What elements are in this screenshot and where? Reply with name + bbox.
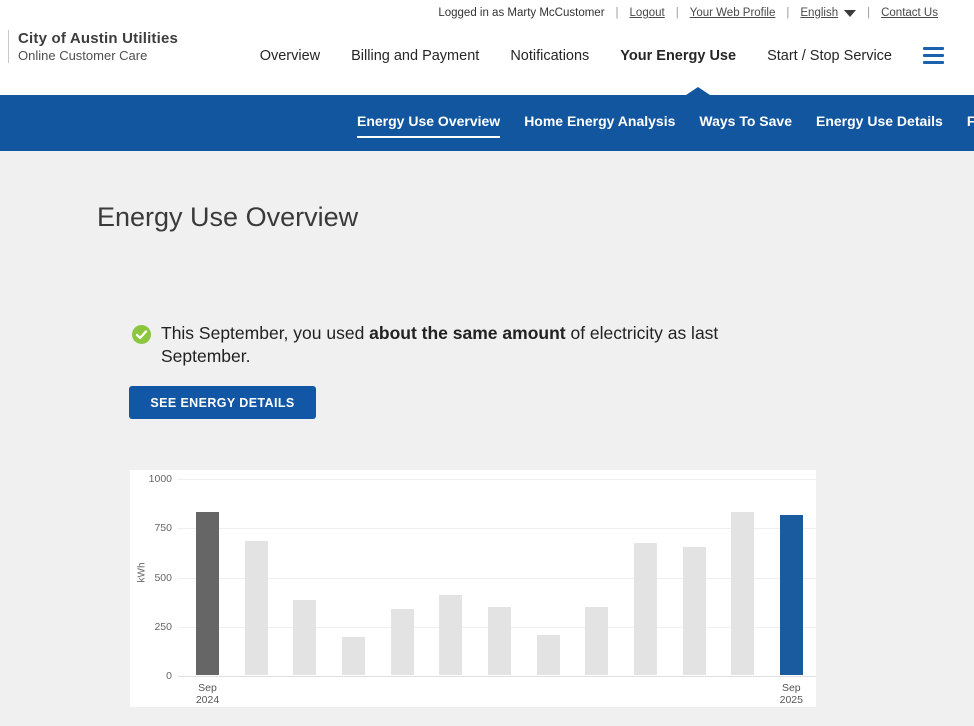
utility-link-english[interactable]: English: [800, 7, 856, 19]
bar-dec-2024[interactable]: [342, 637, 365, 675]
main-nav-item-overview[interactable]: Overview: [260, 48, 320, 64]
subnav-item-ways-to-save[interactable]: Ways To Save: [699, 108, 792, 138]
insight-prefix: This September, you used: [161, 323, 369, 343]
subnav-item-energy-use-details[interactable]: Energy Use Details: [816, 108, 943, 138]
logged-in-status: Logged in as Marty McCustomer: [438, 7, 604, 19]
utility-bar: Logged in as Marty McCustomer | Logout | Yo…: [438, 7, 938, 19]
y-tick-250: 250: [130, 621, 172, 633]
gridline-0: [178, 676, 816, 677]
utility-link-contact-us[interactable]: Contact Us: [881, 7, 938, 19]
utility-separator: |: [786, 7, 789, 19]
bar-jan-2025[interactable]: [391, 609, 414, 675]
insight-message: This September, you used about the same …: [132, 322, 779, 368]
main-nav-item-billing-and-payment[interactable]: Billing and Payment: [351, 48, 479, 64]
bar-sep-2024[interactable]: [196, 512, 219, 675]
brand-logo: City of Austin Utilities Online Customer…: [8, 30, 178, 63]
gridline-750: [178, 528, 816, 529]
hamburger-menu-icon[interactable]: [923, 47, 944, 64]
bar-aug-2025[interactable]: [731, 512, 754, 675]
brand-subtitle: Online Customer Care: [18, 48, 178, 63]
utility-link-logout[interactable]: Logout: [630, 7, 665, 19]
x-tick-sep-2024: Sep2024: [168, 682, 248, 706]
brand-title: City of Austin Utilities: [18, 30, 178, 47]
main-nav-item-start-stop-service[interactable]: Start / Stop Service: [767, 48, 892, 64]
page: Logged in as Marty McCustomer | Logout | Yo…: [0, 0, 974, 726]
bar-jul-2025[interactable]: [683, 547, 706, 675]
subnav-item-energy-use-overview[interactable]: Energy Use Overview: [357, 108, 500, 138]
bar-feb-2025[interactable]: [439, 595, 462, 675]
language-dropdown-caret-icon: [844, 10, 856, 17]
bar-apr-2025[interactable]: [537, 635, 560, 675]
check-circle-icon: [132, 325, 151, 344]
subnav-item-faqs[interactable]: FAQs: [967, 108, 974, 138]
bar-sep-2025[interactable]: [780, 515, 803, 675]
subnav-items: Energy Use Overview Home Energy Analysis W…: [357, 95, 974, 151]
energy-use-chart: kWh 02505007501000Sep2024Sep2025: [130, 470, 816, 707]
bar-mar-2025[interactable]: [488, 607, 511, 675]
main-nav-item-notifications[interactable]: Notifications: [510, 48, 589, 64]
main-nav-item-your-energy-use[interactable]: Your Energy Use: [620, 48, 736, 64]
bar-jun-2025[interactable]: [634, 543, 657, 675]
utility-separator: |: [676, 7, 679, 19]
bar-may-2025[interactable]: [585, 607, 608, 675]
y-tick-500: 500: [130, 572, 172, 584]
page-title: Energy Use Overview: [97, 202, 358, 233]
main-nav: Overview Billing and Payment Notifications…: [260, 47, 944, 64]
header: Logged in as Marty McCustomer | Logout | Yo…: [0, 0, 974, 95]
bar-oct-2024[interactable]: [245, 541, 268, 675]
subnav-pointer-caret: [686, 87, 710, 95]
subnav-item-home-energy-analysis[interactable]: Home Energy Analysis: [524, 108, 675, 138]
subnav: Energy Use Overview Home Energy Analysis W…: [0, 95, 974, 151]
chart-plot-area: [178, 479, 816, 676]
bar-nov-2024[interactable]: [293, 600, 316, 675]
see-energy-details-button[interactable]: SEE ENERGY DETAILS: [129, 386, 316, 419]
utility-separator: |: [616, 7, 619, 19]
insight-text: This September, you used about the same …: [161, 322, 779, 368]
insight-highlight: about the same amount: [369, 323, 565, 343]
utility-link-your-web-profile[interactable]: Your Web Profile: [690, 7, 776, 19]
y-tick-750: 750: [130, 522, 172, 534]
y-tick-1000: 1000: [130, 473, 172, 485]
gridline-500: [178, 578, 816, 579]
utility-separator: |: [867, 7, 870, 19]
gridline-1000: [178, 479, 816, 480]
x-tick-sep-2025: Sep2025: [751, 682, 831, 706]
y-tick-0: 0: [130, 670, 172, 682]
